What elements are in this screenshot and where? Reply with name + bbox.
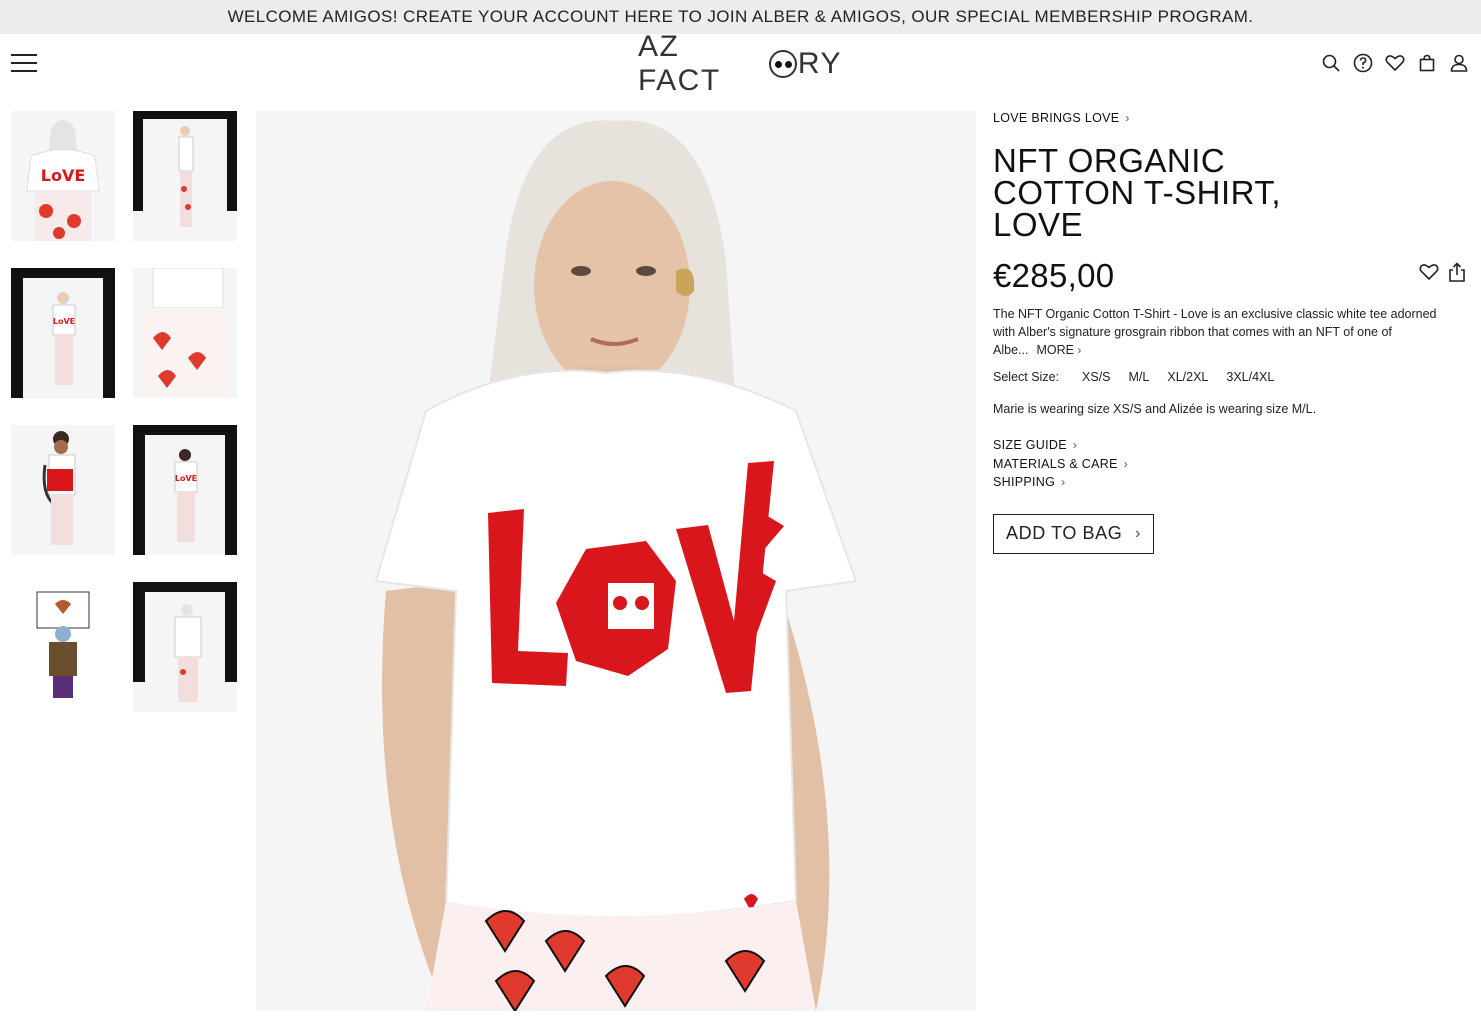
promo-banner[interactable]: WELCOME AMIGOS! CREATE YOUR ACCOUNT HERE… [0,0,1481,34]
chevron-right-icon: › [1123,456,1129,471]
product-price: €285,00 [993,257,1115,294]
shipping-link[interactable]: SHIPPING › [993,473,1473,492]
materials-care-link[interactable]: MATERIALS & CARE › [993,455,1473,474]
promo-text[interactable]: WELCOME AMIGOS! CREATE YOUR ACCOUNT HERE… [228,7,1254,27]
svg-text:LoVE: LoVE [53,317,75,326]
thumbnail-3[interactable]: LoVE [11,268,115,398]
header-actions [1321,52,1469,74]
main-product-image[interactable] [256,111,976,1011]
svg-text:LoVE: LoVE [41,166,86,185]
size-guide-link[interactable]: SIZE GUIDE › [993,436,1473,455]
price-actions [1419,261,1467,283]
product-info-panel: LOVE BRINGS LOVE › NFT ORGANIC COTTON T-… [993,111,1473,554]
logo-eyes-icon [769,50,797,78]
size-option-xs-s[interactable]: XS/S [1082,370,1111,384]
logo-text-right: RY [797,47,842,80]
share-icon[interactable] [1447,261,1467,283]
chevron-right-icon: › [1061,475,1066,490]
logo-text-left: AZ FACT [638,30,721,97]
collection-link[interactable]: LOVE BRINGS LOVE [993,111,1119,125]
chevron-right-icon: › [1077,343,1082,357]
size-option-m-l[interactable]: M/L [1129,370,1150,384]
size-option-xl-2xl[interactable]: XL/2XL [1167,370,1208,384]
bag-icon[interactable] [1417,52,1437,74]
wishlist-heart-icon[interactable] [1419,261,1439,283]
product-description: The NFT Organic Cotton T-Shirt - Love is… [993,305,1448,359]
product-info-links: SIZE GUIDE › MATERIALS & CARE › SHIPPING › [993,436,1473,492]
thumbnail-1[interactable]: LoVE [11,111,115,241]
thumbnail-4[interactable] [133,268,237,398]
site-header: AZ FACT RY [0,30,1481,97]
thumbnail-2[interactable] [133,111,237,241]
chevron-right-icon: › [1125,111,1130,125]
more-label[interactable]: MORE [1036,343,1074,357]
heart-icon[interactable] [1385,52,1405,74]
size-option-3xl-4xl[interactable]: 3XL/4XL [1226,370,1274,384]
account-icon[interactable] [1449,52,1469,74]
chevron-right-icon: › [1135,524,1141,542]
size-label: Select Size: [993,370,1060,384]
add-to-bag-label[interactable]: ADD TO BAG [1006,523,1122,544]
product-title: NFT ORGANIC COTTON T-SHIRT, LOVE [993,142,1282,243]
more-link[interactable]: MORE › [1036,343,1081,357]
add-to-bag-button[interactable]: ADD TO BAG › [993,513,1154,554]
thumbnail-8[interactable] [133,582,237,712]
size-guide-label[interactable]: SIZE GUIDE [993,438,1067,452]
menu-icon[interactable] [11,54,37,74]
help-icon[interactable] [1353,52,1373,74]
svg-text:LoVE: LoVE [175,474,197,483]
price-row: €285,00 [993,257,1473,297]
thumbnail-5[interactable] [11,425,115,555]
shipping-label[interactable]: SHIPPING [993,475,1055,489]
collection-breadcrumb[interactable]: LOVE BRINGS LOVE › [993,111,1473,125]
search-icon[interactable] [1321,52,1341,74]
materials-care-label[interactable]: MATERIALS & CARE [993,457,1118,471]
model-size-note: Marie is wearing size XS/S and Alizée is… [993,402,1317,416]
brand-logo[interactable]: AZ FACT RY [638,30,842,97]
thumbnail-7[interactable] [11,582,115,712]
thumbnail-6[interactable]: LoVE [133,425,237,555]
chevron-right-icon: › [1072,438,1078,453]
size-selector: Select Size: XS/S M/L XL/2XL 3XL/4XL [993,370,1473,384]
